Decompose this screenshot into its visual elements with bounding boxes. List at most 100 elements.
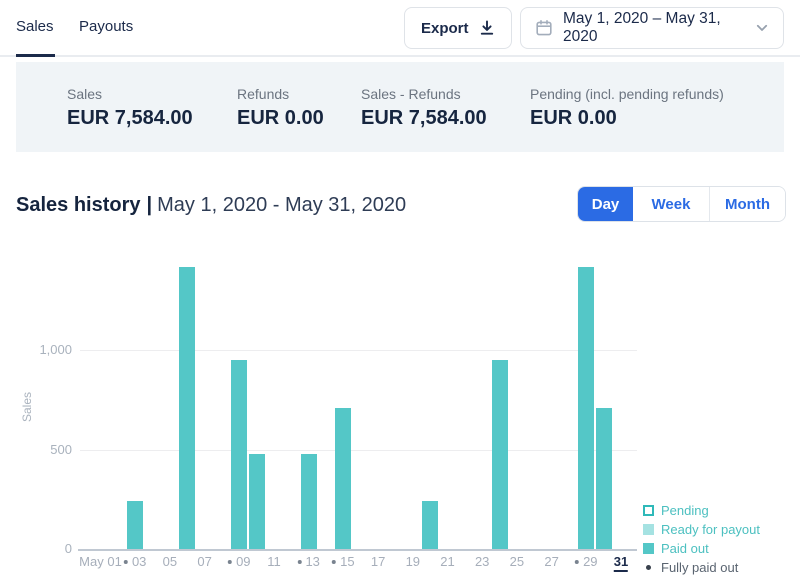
legend-swatch-outline (643, 505, 654, 516)
date-range-button[interactable]: May 1, 2020 – May 31, 2020 (520, 7, 784, 49)
gridline (80, 350, 637, 351)
x-axis-label-text: 09 (236, 554, 250, 569)
download-icon (479, 20, 495, 36)
y-axis-label: Sales (20, 377, 34, 437)
legend-label: Fully paid out (661, 560, 738, 575)
bar-may-10[interactable] (249, 454, 265, 550)
fully-paid-out-dot (297, 560, 301, 564)
export-button[interactable]: Export (404, 7, 512, 49)
fully-paid-out-dot (332, 560, 336, 564)
x-axis-label-21: 21 (440, 554, 454, 569)
y-tick-label: 1,000 (0, 342, 72, 357)
x-axis-label-text: May 01 (79, 554, 122, 569)
section-subtitle: May 1, 2020 - May 31, 2020 (157, 194, 406, 216)
x-axis-label-text: 03 (132, 554, 146, 569)
x-axis-label-19: 19 (406, 554, 420, 569)
x-axis-label-text: 11 (267, 554, 281, 569)
calendar-icon (535, 19, 553, 37)
sales-dashboard: Sales Payouts Export May 1, 2020 – May 3… (0, 0, 800, 580)
x-axis-label-11: 11 (267, 554, 281, 569)
x-axis-label-text: 05 (163, 554, 177, 569)
bar-may-15[interactable] (335, 408, 351, 549)
x-axis-label-text: 17 (371, 554, 385, 569)
x-axis-label-03: 03 (124, 554, 146, 569)
x-axis-label-27: 27 (544, 554, 558, 569)
bar-may-09[interactable] (231, 360, 247, 549)
granularity-toggle: Day Week Month (577, 186, 786, 222)
x-axis-label-31[interactable]: 31 (614, 554, 628, 572)
stat-value: EUR 0.00 (530, 106, 724, 131)
bar-may-30[interactable] (596, 408, 612, 549)
stat-label: Sales - Refunds (361, 85, 487, 103)
chart-legend: Pending Ready for payout Paid out Fully pai… (643, 503, 760, 575)
x-axis-label-text: 15 (340, 554, 354, 569)
chevron-down-icon (755, 21, 769, 35)
stat-value: EUR 7,584.00 (361, 106, 487, 131)
toggle-day-button[interactable]: Day (578, 187, 633, 221)
fully-paid-out-dot (575, 560, 579, 564)
y-tick-label: 0 (0, 541, 72, 556)
x-axis-label-05: 05 (163, 554, 177, 569)
top-tab-bar: Sales Payouts Export May 1, 2020 – May 3… (0, 0, 800, 57)
stat-value: EUR 0.00 (237, 106, 324, 131)
stat-sales: Sales EUR 7,584.00 (67, 85, 193, 131)
legend-item-ready-for-payout: Ready for payout (643, 522, 760, 537)
toggle-month-button[interactable]: Month (709, 187, 785, 221)
stats-strip: Sales EUR 7,584.00 Refunds EUR 0.00 Sale… (16, 62, 784, 152)
active-tab-underline (16, 54, 55, 57)
legend-item-pending: Pending (643, 503, 760, 518)
bar-may-20[interactable] (422, 501, 438, 549)
x-axis-label-29: 29 (575, 554, 597, 569)
stat-refunds: Refunds EUR 0.00 (237, 85, 324, 131)
toggle-week-button[interactable]: Week (633, 187, 709, 221)
tab-payouts[interactable]: Payouts (79, 18, 133, 35)
sales-bar-chart: Sales Pending Ready for payout Paid out Ful… (0, 250, 800, 580)
stat-label: Refunds (237, 85, 324, 103)
stat-sales-minus-refunds: Sales - Refunds EUR 7,584.00 (361, 85, 487, 131)
title-separator: | (147, 194, 153, 216)
section-title-text: Sales history (16, 194, 141, 216)
y-tick-label: 500 (0, 442, 72, 457)
x-axis-label-text: 25 (510, 554, 524, 569)
fully-paid-out-dot (124, 560, 128, 564)
stat-value: EUR 7,584.00 (67, 106, 193, 131)
fully-paid-out-dot (228, 560, 232, 564)
x-axis-label-09: 09 (228, 554, 250, 569)
x-axis-label-07: 07 (197, 554, 211, 569)
legend-swatch-dot (643, 562, 654, 573)
bar-may-29[interactable] (578, 267, 594, 549)
x-axis-line (78, 549, 637, 551)
legend-swatch-solid (643, 543, 654, 554)
x-axis-label-17: 17 (371, 554, 385, 569)
x-axis-label-text: 21 (440, 554, 454, 569)
legend-swatch-light (643, 524, 654, 535)
legend-label: Ready for payout (661, 522, 760, 537)
x-axis-label-25: 25 (510, 554, 524, 569)
legend-label: Pending (661, 503, 709, 518)
x-axis-label-may-01: May 01 (79, 554, 122, 569)
gridline (80, 450, 637, 451)
x-axis-label-text: 07 (197, 554, 211, 569)
legend-item-fully-paid-out: Fully paid out (643, 560, 760, 575)
stat-pending: Pending (incl. pending refunds) EUR 0.00 (530, 85, 724, 131)
x-axis-label-text: 23 (475, 554, 489, 569)
x-axis-label-23: 23 (475, 554, 489, 569)
sales-history-title: Sales history |May 1, 2020 - May 31, 2020 (16, 192, 406, 218)
tab-sales[interactable]: Sales (16, 18, 54, 35)
x-axis-label-text: 27 (544, 554, 558, 569)
legend-item-paid-out: Paid out (643, 541, 760, 556)
bar-may-03[interactable] (127, 501, 143, 549)
bar-may-13[interactable] (301, 454, 317, 550)
x-axis-label-15: 15 (332, 554, 354, 569)
x-axis-label-text: 29 (583, 554, 597, 569)
stat-label: Pending (incl. pending refunds) (530, 85, 724, 103)
bar-may-24[interactable] (492, 360, 508, 549)
legend-label: Paid out (661, 541, 709, 556)
x-axis-label-13: 13 (297, 554, 319, 569)
x-axis-label-text: 13 (305, 554, 319, 569)
x-axis-label-text: 19 (406, 554, 420, 569)
export-label: Export (421, 20, 469, 37)
x-axis-label-text: 31 (614, 554, 628, 569)
bar-may-06[interactable] (179, 267, 195, 549)
date-range-label: May 1, 2020 – May 31, 2020 (563, 10, 745, 46)
